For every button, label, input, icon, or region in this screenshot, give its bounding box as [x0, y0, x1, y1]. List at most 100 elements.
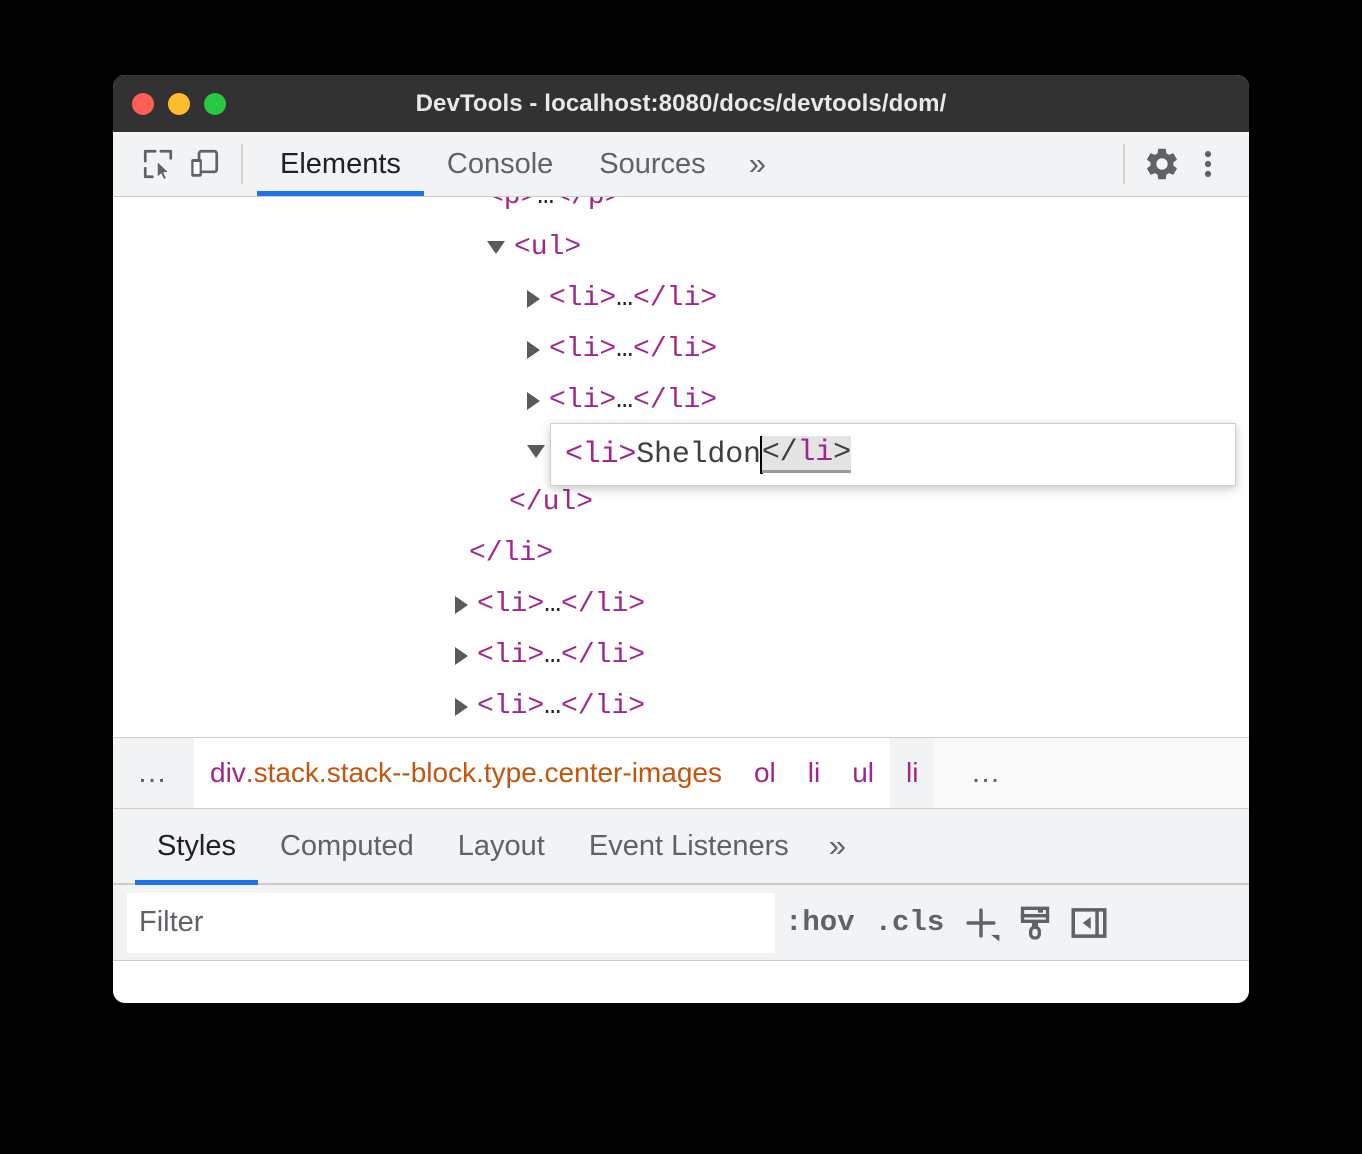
dom-ellipsis-li1: …: [616, 283, 634, 314]
dom-ellipsis-li2: …: [616, 334, 634, 365]
breadcrumb-item-ol[interactable]: ol: [737, 738, 792, 808]
inspect-element-icon[interactable]: [135, 141, 181, 187]
dom-tag-li1-open: <li>: [549, 283, 617, 314]
dom-row-li-4[interactable]: <li>… </li>: [113, 579, 1249, 630]
panel-tabs: Elements Console Sources »: [257, 132, 786, 196]
traffic-lights: [132, 92, 226, 115]
device-toolbar-icon[interactable]: [181, 141, 227, 187]
window-titlebar: DevTools - localhost:8080/docs/devtools/…: [113, 75, 1249, 132]
more-vertical-icon[interactable]: [1185, 141, 1231, 187]
dom-tag-ul-open: <ul>: [514, 232, 582, 263]
tab-computed-label: Computed: [279, 829, 414, 862]
cls-button[interactable]: .cls: [865, 906, 955, 939]
dom-tag-li4-open: <li>: [477, 589, 545, 620]
dom-tag-li6-close: </li>: [561, 691, 646, 722]
dom-tree-panel[interactable]: <p>…</p> <ul> <li>…</li> <li>…</li> <li>…: [113, 197, 1249, 737]
editor-close-tag: </li>: [761, 436, 851, 473]
editor-close-tag-gt: >: [833, 436, 851, 470]
breadcrumb-overflow-left[interactable]: …: [113, 738, 194, 808]
chevron-right-icon[interactable]: [455, 697, 468, 716]
breadcrumb: … div .stack.stack--block.type.center-ima…: [113, 737, 1249, 809]
paint-brush-icon[interactable]: [1008, 896, 1062, 950]
dom-ellipsis: …: [537, 197, 554, 222]
breadcrumb-node-div: div: [210, 757, 246, 788]
breadcrumb-overflow-left-label: …: [137, 756, 170, 789]
dom-tag-li3-close: </li>: [633, 385, 718, 416]
styles-filter-toolbar: :hov .cls: [113, 885, 1249, 961]
toolbar-divider: [241, 144, 243, 184]
dom-tag-li4-close: </li>: [561, 589, 646, 620]
dom-row-li-5[interactable]: <li>… </li>: [113, 630, 1249, 681]
breadcrumb-classes-div: .stack.stack--block.type.center-images: [245, 757, 722, 788]
collapse-sidebar-icon[interactable]: [1062, 896, 1116, 950]
chevron-right-icon[interactable]: [527, 289, 540, 308]
minimize-window-button[interactable]: [168, 92, 190, 115]
chevron-down-icon[interactable]: [487, 241, 505, 254]
plus-icon[interactable]: [954, 896, 1008, 950]
more-tabs-label: »: [748, 146, 766, 181]
dom-tag-li5-close: </li>: [561, 640, 646, 671]
tab-console[interactable]: Console: [424, 132, 576, 196]
chevron-down-icon[interactable]: [527, 445, 545, 458]
tab-layout[interactable]: Layout: [436, 809, 567, 883]
dom-tag-li5-open: <li>: [477, 640, 545, 671]
dom-ellipsis-li5: …: [544, 640, 562, 671]
tab-computed[interactable]: Computed: [258, 809, 436, 883]
window-title: DevTools - localhost:8080/docs/devtools/…: [415, 89, 947, 117]
editor-open-tag: <li>: [565, 437, 637, 472]
chevron-right-icon[interactable]: [527, 340, 540, 359]
dom-tag-close: </p>: [554, 197, 621, 222]
breadcrumb-node-li-selected: li: [906, 757, 919, 788]
editor-close-tag-name: li: [797, 436, 834, 470]
close-window-button[interactable]: [132, 92, 154, 115]
breadcrumb-node-ul: ul: [852, 757, 875, 788]
editor-close-tag-lt: </: [761, 436, 798, 470]
toolbar-divider-right: [1123, 144, 1125, 184]
filter-input[interactable]: [127, 892, 775, 953]
tab-sources[interactable]: Sources: [576, 132, 728, 196]
breadcrumb-node-ol: ol: [753, 757, 776, 788]
dom-row-p-cut[interactable]: <p>…</p>: [113, 197, 621, 222]
dom-row-li-2[interactable]: <li>… </li>: [113, 324, 1249, 375]
dom-ellipsis-li3: …: [616, 385, 634, 416]
dom-ellipsis-li6: …: [544, 691, 562, 722]
tab-styles[interactable]: Styles: [135, 809, 258, 885]
gear-icon[interactable]: [1139, 141, 1185, 187]
styles-rules-body: [113, 961, 1249, 983]
chevron-right-icon[interactable]: [455, 646, 468, 665]
tab-elements[interactable]: Elements: [257, 132, 424, 196]
breadcrumb-item-div[interactable]: div .stack.stack--block.type.center-image…: [194, 738, 738, 808]
breadcrumb-overflow-right[interactable]: …: [934, 738, 1249, 808]
cls-button-label: .cls: [874, 906, 945, 939]
breadcrumb-item-li-selected[interactable]: li: [890, 738, 935, 808]
breadcrumb-overflow-right-label: …: [970, 756, 1004, 789]
styles-more-tabs-icon[interactable]: »: [811, 809, 864, 883]
hov-button-label: :hov: [785, 906, 855, 939]
tab-elements-label: Elements: [280, 147, 401, 180]
styles-pane-tabs: Styles Computed Layout Event Listeners »: [113, 809, 1249, 885]
chevron-right-icon[interactable]: [455, 595, 468, 614]
styles-more-tabs-label: »: [828, 828, 847, 863]
maximize-window-button[interactable]: [204, 92, 226, 115]
dom-tag-open: <p>: [487, 197, 537, 222]
breadcrumb-item-ul[interactable]: ul: [836, 738, 891, 808]
devtools-main-toolbar: Elements Console Sources »: [113, 132, 1249, 197]
toolbar-right-group: [1109, 141, 1231, 187]
inline-html-editor[interactable]: <li> Sheldon </li>: [550, 423, 1236, 486]
dom-row-ul-open[interactable]: <ul>: [113, 222, 1249, 273]
dom-tag-li-close: </li>: [469, 538, 554, 569]
tab-sources-label: Sources: [599, 147, 706, 180]
dom-tag-li6-open: <li>: [477, 691, 545, 722]
dom-tag-li2-close: </li>: [633, 334, 718, 365]
tab-event-listeners[interactable]: Event Listeners: [567, 809, 811, 883]
dom-row-li-3[interactable]: <li>… </li>: [113, 375, 1249, 426]
editor-text-value[interactable]: Sheldon: [636, 438, 761, 472]
chevron-right-icon[interactable]: [527, 391, 540, 410]
more-tabs-icon[interactable]: »: [729, 132, 786, 196]
hov-button[interactable]: :hov: [775, 906, 865, 939]
dom-tag-li2-open: <li>: [549, 334, 617, 365]
dom-row-li-close[interactable]: </li>: [113, 528, 1249, 579]
dom-row-li-1[interactable]: <li>… </li>: [113, 273, 1249, 324]
dom-row-li-6[interactable]: <li>… </li>: [113, 681, 1249, 732]
breadcrumb-item-li-outer[interactable]: li: [791, 738, 837, 808]
